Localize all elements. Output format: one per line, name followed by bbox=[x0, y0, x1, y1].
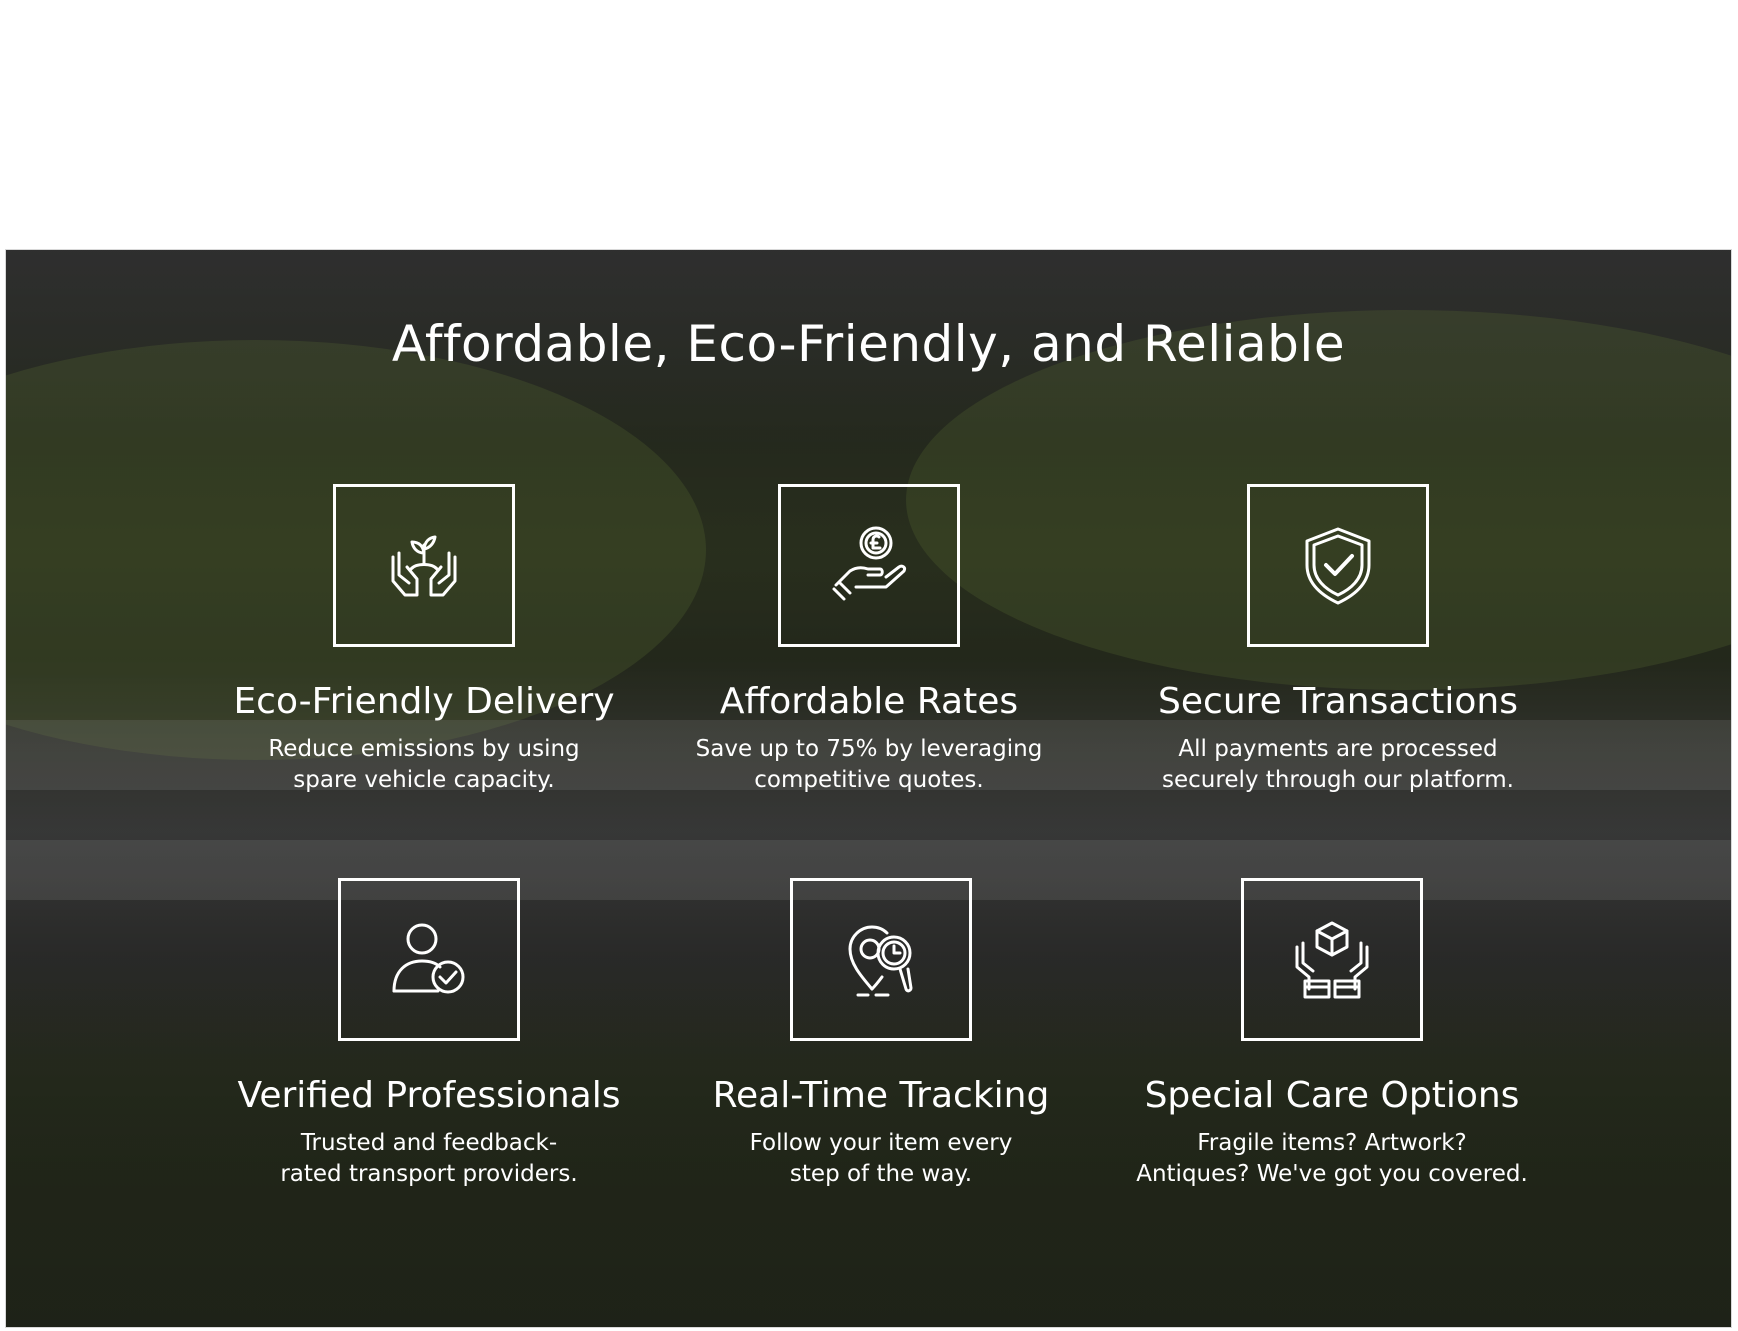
feature-secure-transactions: Secure Transactions All payments are pro… bbox=[1128, 484, 1548, 796]
feature-icon-box bbox=[790, 878, 972, 1041]
feature-special-care: Special Care Options Fragile items? Artw… bbox=[1122, 878, 1542, 1190]
feature-description-line: Fragile items? Artwork? bbox=[1197, 1130, 1467, 1156]
feature-description: Reduce emissions by using spare vehicle … bbox=[214, 734, 634, 796]
location-tracking-icon bbox=[848, 925, 913, 996]
features-section: Affordable, Eco-Friendly, and Reliable E… bbox=[5, 249, 1732, 1328]
shield-check-icon bbox=[1305, 527, 1371, 604]
feature-description-line: Trusted and feedback- bbox=[300, 1130, 558, 1156]
feature-description: Follow your item every step of the way. bbox=[671, 1128, 1091, 1190]
feature-description-line: step of the way. bbox=[789, 1161, 973, 1187]
feature-description-line: Antiques? We've got you covered. bbox=[1136, 1161, 1528, 1187]
hands-plant-icon bbox=[391, 535, 457, 596]
section-headline: Affordable, Eco-Friendly, and Reliable bbox=[391, 315, 1346, 373]
user-check-icon bbox=[392, 923, 465, 993]
feature-description: Save up to 75% by leveraging competitive… bbox=[659, 734, 1079, 796]
feature-eco-friendly: Eco-Friendly Delivery Reduce emissions b… bbox=[214, 484, 634, 796]
feature-icon-box bbox=[778, 484, 960, 647]
feature-icon-box bbox=[1247, 484, 1429, 647]
feature-description-line: securely through our platform. bbox=[1162, 767, 1514, 793]
feature-description-line: Follow your item every bbox=[749, 1130, 1013, 1156]
feature-description: Trusted and feedback- rated transport pr… bbox=[219, 1128, 639, 1190]
feature-verified-professionals: Verified Professionals Trusted and feedb… bbox=[219, 878, 639, 1190]
feature-icon-box bbox=[338, 878, 520, 1041]
hand-coin-icon bbox=[832, 526, 906, 600]
feature-icon-box bbox=[1241, 878, 1423, 1041]
feature-title: Affordable Rates bbox=[719, 681, 1019, 722]
feature-description: All payments are processed securely thro… bbox=[1128, 734, 1548, 796]
feature-description: Fragile items? Artwork? Antiques? We've … bbox=[1122, 1128, 1542, 1190]
feature-title: Secure Transactions bbox=[1158, 681, 1518, 722]
feature-title: Eco-Friendly Delivery bbox=[233, 681, 615, 722]
feature-affordable-rates: Affordable Rates Save up to 75% by lever… bbox=[659, 484, 1079, 796]
feature-icon-box bbox=[333, 484, 515, 647]
feature-title: Special Care Options bbox=[1144, 1075, 1520, 1116]
feature-description-line: competitive quotes. bbox=[754, 767, 984, 793]
feature-description-line: Reduce emissions by using bbox=[268, 736, 580, 762]
feature-description-line: Save up to 75% by leveraging bbox=[695, 736, 1043, 762]
hands-box-icon bbox=[1295, 921, 1369, 998]
feature-title: Verified Professionals bbox=[237, 1075, 621, 1116]
feature-description-line: rated transport providers. bbox=[280, 1161, 578, 1187]
feature-description-line: All payments are processed bbox=[1178, 736, 1498, 762]
feature-title: Real-Time Tracking bbox=[712, 1075, 1050, 1116]
feature-real-time-tracking: Real-Time Tracking Follow your item ever… bbox=[671, 878, 1091, 1190]
feature-description-line: spare vehicle capacity. bbox=[293, 767, 555, 793]
